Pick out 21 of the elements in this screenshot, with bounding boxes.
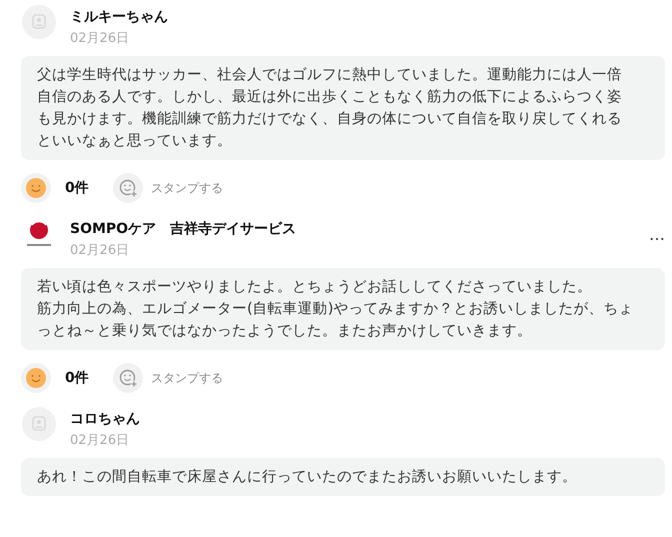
author-name: SOMPOケア 吉祥寺デイサービス (70, 220, 296, 239)
add-stamp-icon (113, 173, 143, 203)
comment-text: あれ！この間自転車で床屋さんに行っていたのでまたお誘いお願いいたします。 (37, 467, 578, 487)
avatar-icon (22, 5, 56, 39)
post-date: 02月26日 (70, 242, 130, 260)
author-name: コロちゃん (70, 410, 140, 429)
post-date: 02月26日 (70, 432, 130, 450)
more-button[interactable]: … (649, 225, 665, 244)
smiley-icon[interactable] (21, 173, 51, 203)
reaction-count: 0件 (65, 369, 90, 387)
avatar-icon (22, 407, 56, 441)
smiley-icon[interactable] (21, 363, 51, 393)
author-name: ミルキーちゃん (70, 8, 168, 27)
reaction-count: 0件 (65, 179, 90, 197)
comment-text: 筋力向上の為、エルゴメーター(自転車運動)やってみますか？とお誘いしましたが、ちょっとね～と乗り気ではなかったようでした。またお声かけしていきます。 (37, 299, 634, 341)
post-date: 02月26日 (70, 30, 130, 48)
comment-text: 父は学生時代はサッカー、社会人ではゴルフに熱中していました。運動能力には人一倍自信のある人です。しかし、最近は外に出歩くこともなく筋力の低下によるふらつく姿も見かけます。機能訓練で筋力だけでなく、自身の体について自信を取り戻してくれるといいなぁと思っています。 (37, 65, 623, 151)
stamp-button[interactable]: スタンプする (113, 363, 223, 393)
comment-text: 若い頃は色々スポーツやりましたよ。とちょうどお話ししてくださっていました。 (37, 277, 593, 297)
stamp-button[interactable]: スタンプする (113, 173, 223, 203)
add-stamp-icon (113, 363, 143, 393)
